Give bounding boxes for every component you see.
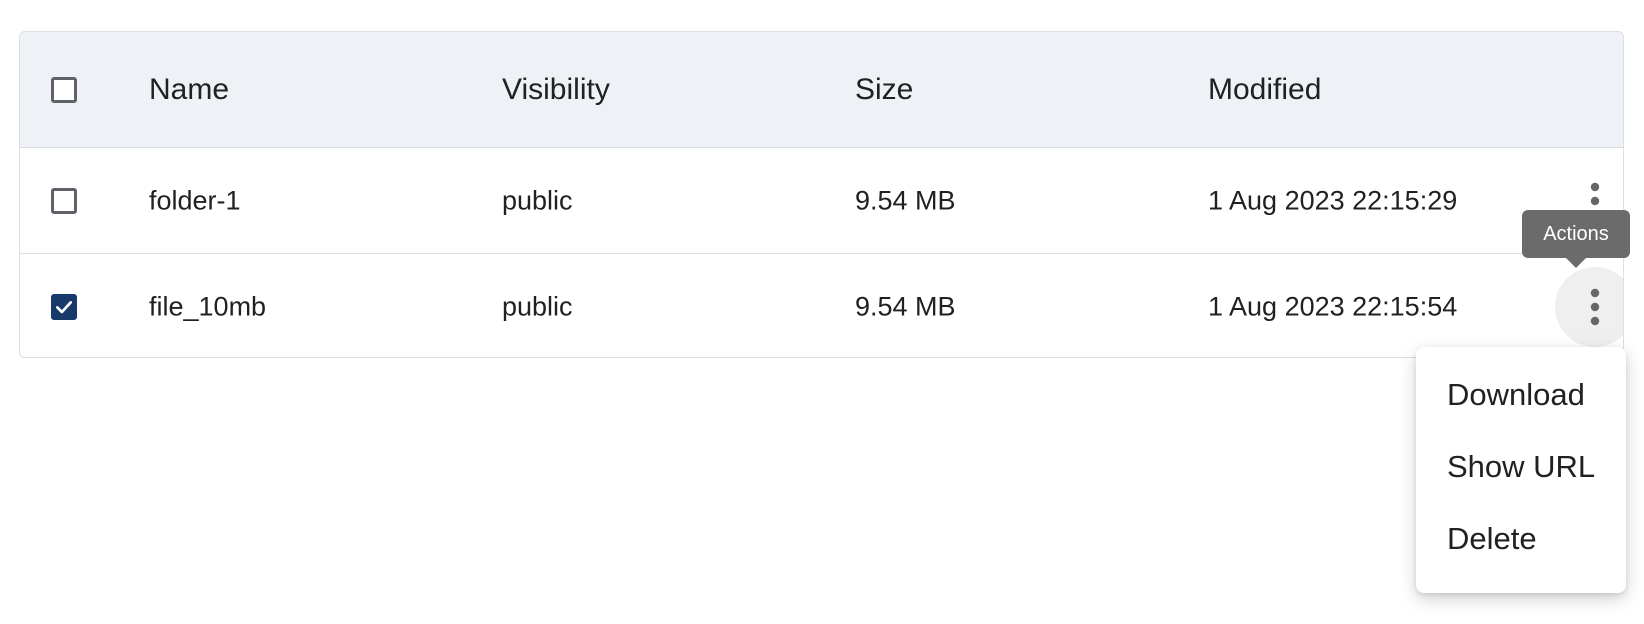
actions-menu: Download Show URL Delete	[1416, 347, 1626, 593]
column-header-modified[interactable]: Modified	[1208, 73, 1321, 107]
table-row[interactable]: file_10mb public 9.54 MB 1 Aug 2023 22:1…	[20, 254, 1623, 357]
select-all-checkbox[interactable]	[51, 76, 77, 103]
row-checkbox[interactable]	[51, 187, 77, 214]
select-all-checkbox-wrapper	[51, 76, 77, 103]
column-header-name[interactable]: Name	[149, 73, 229, 107]
table-header: Name Visibility Size Modified	[20, 32, 1623, 148]
menu-item-show-url[interactable]: Show URL	[1416, 431, 1626, 503]
actions-tooltip: Actions	[1522, 210, 1630, 258]
check-icon	[56, 301, 72, 314]
menu-item-download[interactable]: Download	[1416, 359, 1626, 431]
row-checkbox[interactable]	[51, 294, 77, 320]
table-row[interactable]: folder-1 public 9.54 MB 1 Aug 2023 22:15…	[20, 148, 1623, 254]
row-visibility: public	[502, 185, 573, 215]
row-size: 9.54 MB	[855, 185, 956, 215]
column-header-size[interactable]: Size	[855, 73, 913, 107]
row-actions-button[interactable]	[1555, 267, 1623, 347]
column-header-visibility[interactable]: Visibility	[502, 73, 610, 107]
row-checkbox-wrapper	[51, 187, 77, 214]
row-visibility: public	[502, 291, 573, 322]
menu-item-delete[interactable]: Delete	[1416, 503, 1626, 575]
row-name-link[interactable]: folder-1	[149, 185, 241, 216]
files-table: Name Visibility Size Modified folder-1 p…	[19, 31, 1624, 358]
row-checkbox-wrapper	[51, 294, 77, 320]
row-size: 9.54 MB	[855, 291, 956, 322]
row-modified: 1 Aug 2023 22:15:54	[1208, 291, 1458, 322]
more-vertical-icon	[1590, 288, 1600, 326]
row-modified: 1 Aug 2023 22:15:29	[1208, 185, 1458, 215]
tooltip-arrow	[1566, 258, 1586, 268]
row-name[interactable]: file_10mb	[149, 292, 266, 323]
